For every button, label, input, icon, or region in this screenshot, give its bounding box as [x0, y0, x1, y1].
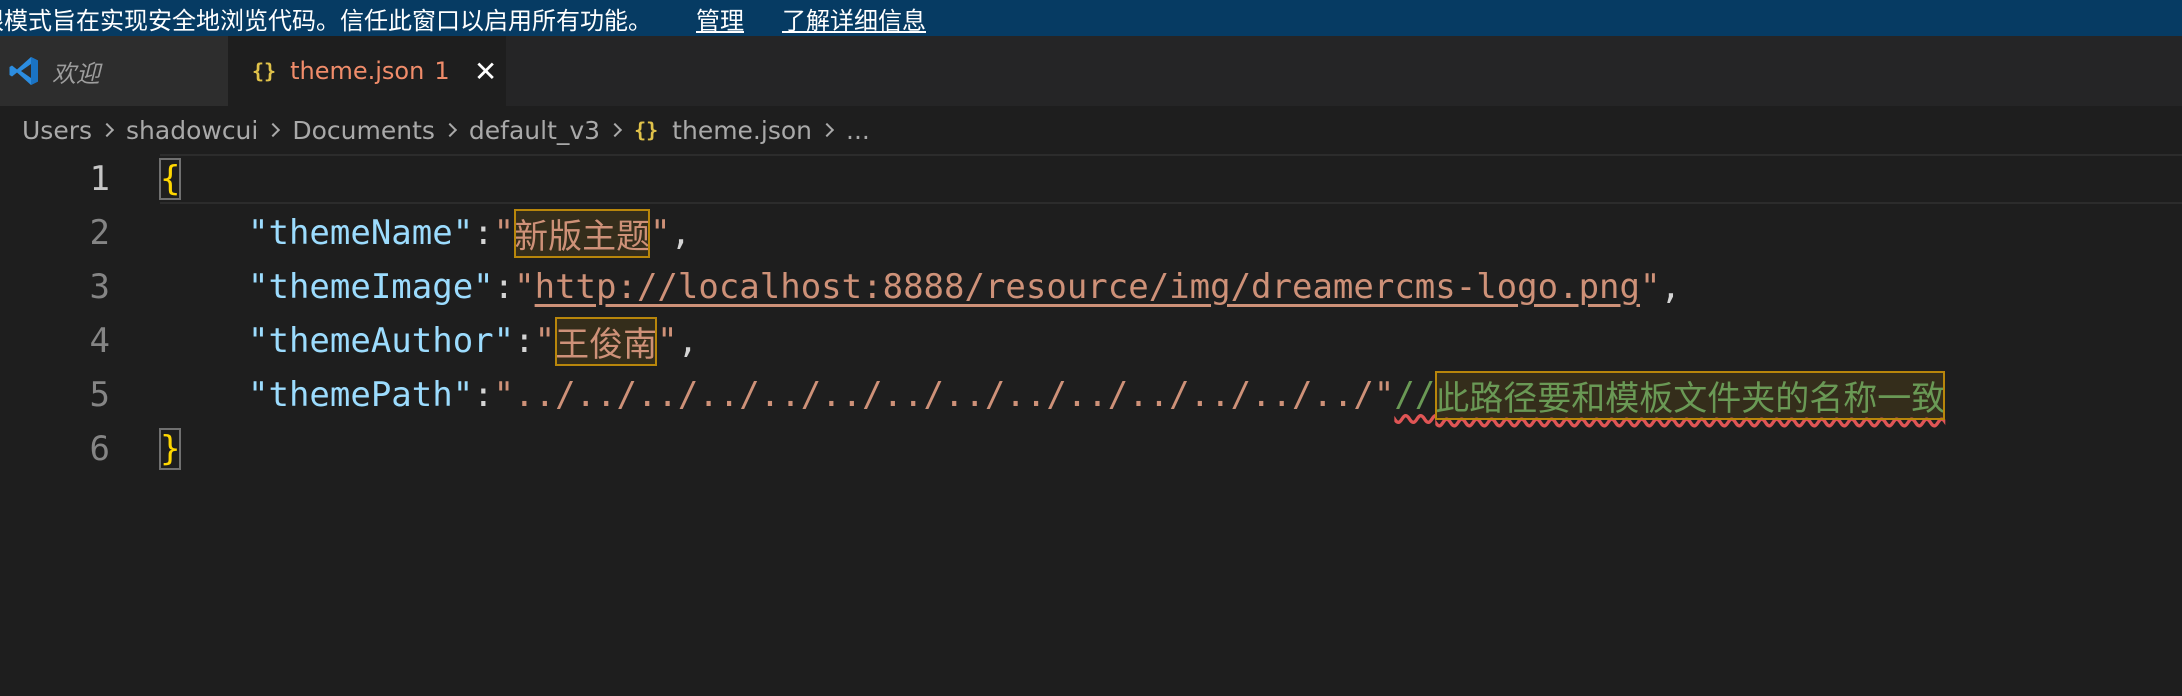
code-line-2[interactable]: 2 "themeName": " 新版主题 ", — [0, 206, 2182, 260]
json-string-value: 新版主题 — [514, 208, 651, 258]
tab-welcome[interactable]: 欢迎 — [0, 36, 228, 106]
json-key: "themeImage" — [248, 267, 494, 307]
comment-text: 此路径要和模板文件夹的名称一致 — [1435, 370, 1946, 420]
json-file-icon: {} — [252, 59, 277, 83]
breadcrumb-item-documents[interactable]: Documents — [292, 116, 435, 145]
chevron-right-icon — [608, 122, 623, 138]
tab-theme-json[interactable]: {} theme.json 1 ✕ — [228, 36, 506, 106]
chevron-right-icon — [99, 122, 115, 138]
quote: " — [493, 213, 515, 253]
quote: " — [534, 321, 556, 361]
breadcrumb-item-symbols[interactable]: ... — [846, 116, 870, 145]
json-key: "themeAuthor" — [248, 321, 515, 361]
problem-count-badge: 1 — [434, 57, 450, 85]
line-number: 6 — [89, 429, 110, 469]
code-editor[interactable]: 1 { 2 "themeName": " 新版主题 ", 3 "themeImage"… — [0, 154, 2182, 696]
comment-slashes: // — [1394, 375, 1436, 415]
breadcrumb-item-theme-json[interactable]: theme.json — [672, 116, 812, 145]
quote: " — [650, 213, 671, 253]
tab-strip-empty-area — [506, 36, 2182, 106]
banner-message: 限模式旨在实现安全地浏览代码。信任此窗口以启用所有功能。 — [0, 6, 652, 35]
manage-link[interactable]: 管理 — [696, 1, 744, 36]
code-line-1[interactable]: 1 { — [0, 152, 2182, 206]
restricted-mode-banner: 限模式旨在实现安全地浏览代码。信任此窗口以启用所有功能。 管理 了解详细信息 — [0, 0, 2182, 36]
breadcrumb: Users shadowcui Documents default_v3 {} … — [0, 106, 2182, 154]
close-brace: } — [158, 428, 182, 470]
json-string-value: "../../../../../../../../../../../../../… — [493, 375, 1395, 415]
colon: : — [473, 375, 494, 415]
code-line-3[interactable]: 3 "themeImage": " http://localhost:8888/re… — [0, 260, 2182, 314]
line-number: 5 — [89, 375, 110, 415]
code-line-5[interactable]: 5 "themePath": "../../../../../../../../.… — [0, 368, 2182, 422]
breadcrumb-item-default-v3[interactable]: default_v3 — [469, 116, 600, 145]
json-string-value: 王俊南 — [555, 316, 658, 366]
open-brace: { — [158, 158, 182, 200]
quote: " — [514, 267, 535, 307]
chevron-right-icon — [266, 122, 281, 138]
colon: : — [473, 213, 494, 253]
quote: " — [657, 321, 678, 361]
url-link[interactable]: http://localhost:8888/resource/img/dream… — [535, 267, 1640, 307]
close-icon[interactable]: ✕ — [472, 55, 500, 88]
chevron-right-icon — [442, 122, 457, 138]
breadcrumb-item-shadowcui[interactable]: shadowcui — [126, 116, 258, 145]
code-line-4[interactable]: 4 "themeAuthor": " 王俊南 ", — [0, 314, 2182, 368]
comma: , — [1660, 267, 1681, 307]
editor-tab-strip: 欢迎 {} theme.json 1 ✕ — [0, 36, 2182, 106]
vscode-logo-icon — [9, 57, 38, 85]
json-key: "themeName" — [248, 213, 474, 253]
chevron-right-icon — [819, 122, 835, 138]
line-number: 2 — [89, 213, 110, 253]
line-number: 3 — [89, 267, 110, 307]
code-line-6[interactable]: 6 } — [0, 422, 2182, 476]
breadcrumb-item-users[interactable]: Users — [22, 116, 92, 145]
tab-label: theme.json — [290, 57, 425, 85]
colon: : — [514, 321, 535, 361]
line-number: 4 — [89, 321, 110, 361]
quote: " — [1639, 267, 1661, 307]
line-number: 1 — [89, 159, 110, 199]
json-key: "themePath" — [248, 375, 474, 415]
colon: : — [493, 267, 515, 307]
tab-label: 欢迎 — [52, 59, 100, 88]
comma: , — [677, 321, 699, 361]
comma: , — [670, 213, 692, 253]
json-file-icon: {} — [634, 118, 659, 142]
learn-more-link[interactable]: 了解详细信息 — [782, 1, 926, 36]
